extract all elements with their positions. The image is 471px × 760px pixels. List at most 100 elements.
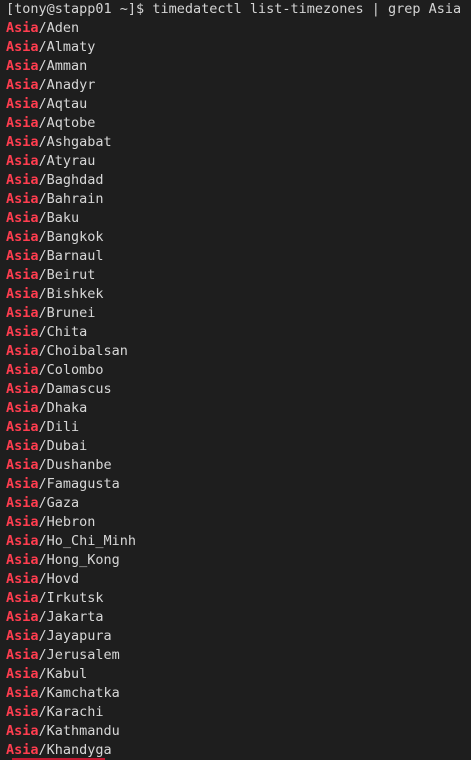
timezone-suffix: /Khandyga: [38, 742, 112, 758]
grep-match-highlight: Asia: [6, 457, 39, 473]
grep-match-highlight: Asia: [6, 286, 39, 302]
timezone-suffix: /Hebron: [38, 514, 96, 530]
timezone-suffix: /Ho_Chi_Minh: [38, 533, 137, 549]
timezone-suffix: /Dubai: [38, 438, 88, 454]
grep-match-highlight: Asia: [6, 647, 39, 663]
timezone-suffix: /Colombo: [38, 362, 104, 378]
grep-match-highlight: Asia: [6, 324, 39, 340]
timezone-suffix: /Aqtau: [38, 96, 88, 112]
timezone-suffix: /Aqtobe: [38, 115, 96, 131]
output-line: Asia/Karachi: [6, 703, 465, 722]
timezone-suffix: /Anadyr: [38, 77, 96, 93]
grep-match-highlight: Asia: [6, 685, 39, 701]
output-line: Asia/Amman: [6, 57, 465, 76]
timezone-suffix: /Gaza: [38, 495, 80, 511]
timezone-suffix: /Bangkok: [38, 229, 104, 245]
grep-match-highlight: Asia: [6, 248, 39, 264]
command-output: Asia/Aden Asia/Almaty Asia/Amman Asia/Anady…: [6, 19, 465, 760]
grep-match-highlight: Asia: [6, 590, 39, 606]
grep-match-highlight: Asia: [6, 77, 39, 93]
output-line: Asia/Irkutsk: [6, 589, 465, 608]
output-line: Asia/Jerusalem: [6, 646, 465, 665]
timezone-suffix: /Dushanbe: [38, 457, 112, 473]
timezone-suffix: /Irkutsk: [38, 590, 104, 606]
output-line: Asia/Jakarta: [6, 608, 465, 627]
output-line: Asia/Dili: [6, 418, 465, 437]
grep-match-highlight: Asia: [6, 267, 39, 283]
output-line: Asia/Kabul: [6, 665, 465, 684]
output-line: Asia/Almaty: [6, 38, 465, 57]
grep-match-highlight: Asia: [6, 476, 39, 492]
timezone-suffix: /Bahrain: [38, 191, 104, 207]
grep-match-highlight: Asia: [6, 58, 39, 74]
output-line: Asia/Kamchatka: [6, 684, 465, 703]
output-line: Asia/Colombo: [6, 361, 465, 380]
output-line: Asia/Dubai: [6, 437, 465, 456]
output-line: Asia/Dushanbe: [6, 456, 465, 475]
output-line: Asia/Hebron: [6, 513, 465, 532]
grep-match-highlight: Asia: [6, 305, 39, 321]
output-line: Asia/Beirut: [6, 266, 465, 285]
timezone-suffix: /Kamchatka: [38, 685, 120, 701]
grep-match-highlight: Asia: [6, 20, 39, 36]
timezone-suffix: /Hong_Kong: [38, 552, 120, 568]
output-line: Asia/Aqtobe: [6, 114, 465, 133]
timezone-suffix: /Jakarta: [38, 609, 104, 625]
output-line: Asia/Choibalsan: [6, 342, 465, 361]
grep-match-highlight: Asia: [6, 229, 39, 245]
output-line: Asia/Damascus: [6, 380, 465, 399]
output-line: Asia/Hong_Kong: [6, 551, 465, 570]
output-line: Asia/Aqtau: [6, 95, 465, 114]
timezone-suffix: /Brunei: [38, 305, 96, 321]
timezone-suffix: /Karachi: [38, 704, 104, 720]
timezone-suffix: /Kathmandu: [38, 723, 120, 739]
timezone-suffix: /Dili: [38, 419, 80, 435]
timezone-suffix: /Barnaul: [38, 248, 104, 264]
grep-match-highlight: Asia: [6, 571, 39, 587]
timezone-suffix: /Atyrau: [38, 153, 96, 169]
output-line: Asia/Brunei: [6, 304, 465, 323]
command-line: [tony@stapp01 ~]$ timedatectl list-timez…: [6, 0, 465, 19]
timezone-suffix: /Kabul: [38, 666, 88, 682]
output-line: Asia/Ashgabat: [6, 133, 465, 152]
grep-match-highlight: Asia: [6, 628, 39, 644]
grep-match-highlight: Asia: [6, 191, 39, 207]
grep-match-highlight: Asia: [6, 704, 39, 720]
grep-match-highlight: Asia: [6, 400, 39, 416]
grep-match-highlight: Asia: [6, 533, 39, 549]
command-text: timedatectl list-timezones | grep Asia: [152, 1, 462, 17]
output-line: Asia/Hovd: [6, 570, 465, 589]
timezone-suffix: /Damascus: [38, 381, 112, 397]
output-line: Asia/Barnaul: [6, 247, 465, 266]
output-line: Asia/Bangkok: [6, 228, 465, 247]
grep-match-highlight: Asia: [6, 96, 39, 112]
output-line: Asia/Dhaka: [6, 399, 465, 418]
timezone-suffix: /Jerusalem: [38, 647, 120, 663]
timezone-suffix: /Baghdad: [38, 172, 104, 188]
timezone-suffix: /Chita: [38, 324, 88, 340]
grep-match-highlight: Asia: [6, 514, 39, 530]
grep-match-highlight: Asia: [6, 153, 39, 169]
terminal-window[interactable]: [tony@stapp01 ~]$ timedatectl list-timez…: [0, 0, 471, 760]
timezone-suffix: /Amman: [38, 58, 88, 74]
timezone-suffix: /Hovd: [38, 571, 80, 587]
output-line: Asia/Chita: [6, 323, 465, 342]
timezone-suffix: /Bishkek: [38, 286, 104, 302]
timezone-suffix: /Jayapura: [38, 628, 112, 644]
timezone-suffix: /Aden: [38, 20, 80, 36]
output-line: Asia/Baghdad: [6, 171, 465, 190]
grep-match-highlight: Asia: [6, 552, 39, 568]
output-line: Asia/Bahrain: [6, 190, 465, 209]
timezone-suffix: /Famagusta: [38, 476, 120, 492]
grep-match-highlight: Asia: [6, 666, 39, 682]
output-line: Asia/Ho_Chi_Minh: [6, 532, 465, 551]
output-line: Asia/Famagusta: [6, 475, 465, 494]
grep-match-highlight: Asia: [6, 609, 39, 625]
output-line: Asia/Aden: [6, 19, 465, 38]
timezone-suffix: /Baku: [38, 210, 80, 226]
grep-match-highlight: Asia: [6, 172, 39, 188]
output-line: Asia/Bishkek: [6, 285, 465, 304]
grep-match-highlight: Asia: [6, 362, 39, 378]
grep-match-highlight: Asia: [6, 742, 39, 758]
grep-match-highlight: Asia: [6, 495, 39, 511]
